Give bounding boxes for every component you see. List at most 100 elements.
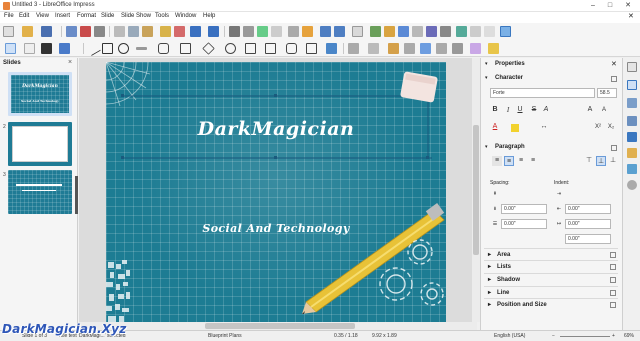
lists-section[interactable]: ▸ Lists [484,260,618,272]
copy-icon[interactable] [128,26,139,37]
maximize-button[interactable]: □ [603,1,617,11]
redo-icon[interactable] [208,26,219,37]
slides-pane-collapse-handle[interactable] [75,176,78,214]
decrease-font-icon[interactable]: A [599,105,609,115]
comment-icon[interactable] [470,26,481,37]
filter-icon[interactable] [452,43,463,54]
menu-window[interactable]: Window [175,13,196,19]
media-icon[interactable] [384,26,395,37]
shadow-icon[interactable] [420,43,431,54]
position-size-section[interactable]: ▸ Position and Size [484,298,618,310]
zoom-in-icon[interactable]: + [612,333,615,339]
align-bottom-icon[interactable]: ⊥ [608,156,618,166]
rotate-icon[interactable] [348,43,359,54]
character-section-label[interactable]: Character [495,75,523,81]
spelling-icon[interactable] [243,26,254,37]
slide-thumbnail-1-selection[interactable]: DarkMagician Social And Technology [8,72,72,116]
align-right-icon[interactable]: ≡ [516,156,526,166]
fill-color-icon[interactable] [59,43,70,54]
indent-after-field[interactable]: 0.00" [565,219,611,229]
undo-icon[interactable] [190,26,201,37]
close-document-icon[interactable]: ✕ [628,12,634,20]
slide-canvas[interactable]: DarkMagician Social And Technology [106,62,446,326]
display-views-icon[interactable] [288,26,299,37]
zoom-icon[interactable] [24,43,35,54]
font-color-icon[interactable]: A [490,122,500,132]
line-icon[interactable] [85,40,102,57]
image-icon[interactable] [370,26,381,37]
shadow-more-options-icon[interactable] [610,277,616,283]
animation-icon[interactable] [627,116,637,126]
callouts-icon[interactable] [286,43,297,54]
area-section[interactable]: ▸ Area [484,248,618,260]
spacing-above-field[interactable]: 0.00" [501,204,547,214]
align-middle-icon[interactable]: ⊥ [596,156,606,166]
vertical-scrollbar-thumb[interactable] [473,125,479,255]
helplines-icon[interactable] [271,26,282,37]
open-folder-icon[interactable] [22,26,33,37]
sidebar-menu-icon[interactable] [627,62,637,72]
line-spacing-icon[interactable]: ☰ [490,219,500,229]
distribute-icon[interactable] [404,43,415,54]
chart-icon[interactable] [398,26,409,37]
special-character-icon[interactable] [440,26,451,37]
table-icon[interactable] [352,26,363,37]
increase-font-icon[interactable]: A [585,105,595,115]
status-zoom[interactable]: 69% [624,333,634,339]
sidebar-toggle-icon[interactable] [500,26,511,37]
start-from-first-icon[interactable] [320,26,331,37]
zoom-slider[interactable] [560,336,610,337]
start-from-current-icon[interactable] [334,26,345,37]
show-draw-functions-icon[interactable] [484,26,495,37]
block-arrows-icon[interactable] [245,43,256,54]
curve-icon[interactable] [158,43,169,54]
crop-icon[interactable] [436,43,447,54]
slide-thumbnail-3[interactable] [8,170,72,214]
align-icon[interactable] [368,43,379,54]
first-line-indent-field[interactable]: 0.00" [565,234,611,244]
indent-before-field[interactable]: 0.00" [565,204,611,214]
menu-slide[interactable]: Slide [101,13,114,19]
master-slides-icon[interactable] [627,132,637,142]
menu-file[interactable]: File [4,13,14,19]
spacing-below-field[interactable]: 0.00" [501,219,547,229]
paragraph-expand-icon[interactable]: ▾ [485,144,488,150]
slide-transition-icon[interactable] [627,98,637,108]
new-document-icon[interactable] [3,26,14,37]
strikethrough-icon[interactable]: S [529,105,539,115]
line-color-icon[interactable] [41,43,52,54]
font-size-box[interactable]: 58.5 [597,88,617,98]
find-replace-icon[interactable] [229,26,240,37]
superscript-icon[interactable]: X² [593,122,603,132]
subscript-icon[interactable]: X₂ [606,122,616,132]
print-icon[interactable] [94,26,105,37]
master-slide-icon[interactable] [302,26,313,37]
clear-formatting-icon[interactable] [174,26,185,37]
position-size-more-options-icon[interactable] [610,302,616,308]
highlight-color-icon[interactable] [511,124,519,132]
align-left-icon[interactable]: ≡ [492,156,502,166]
paste-icon[interactable] [142,26,153,37]
connector-icon[interactable] [180,43,191,54]
character-spacing-icon[interactable]: ↔ [539,122,549,132]
grid-icon[interactable] [257,26,268,37]
menu-help[interactable]: Help [203,13,215,19]
character-more-options-icon[interactable] [611,76,617,82]
3d-objects-icon[interactable] [326,43,337,54]
text-box-icon[interactable] [412,26,423,37]
status-language[interactable]: English (USA) [494,333,525,339]
minimize-button[interactable]: – [586,1,600,11]
select-arrow-icon[interactable] [5,43,16,54]
character-expand-icon[interactable]: ▾ [485,75,488,81]
stars-icon[interactable] [306,43,317,54]
fontwork-icon[interactable] [426,26,437,37]
align-center-icon[interactable]: ≡ [504,156,514,166]
justify-icon[interactable]: ≡ [528,156,538,166]
close-slides-pane-icon[interactable]: × [68,59,72,66]
gallery-icon[interactable] [627,164,637,174]
export-pdf-icon[interactable] [80,26,91,37]
italic-icon[interactable]: I [503,105,513,115]
rectangle-icon[interactable] [102,43,113,54]
align-top-icon[interactable]: ⊤ [584,156,594,166]
menu-edit[interactable]: Edit [19,13,29,19]
